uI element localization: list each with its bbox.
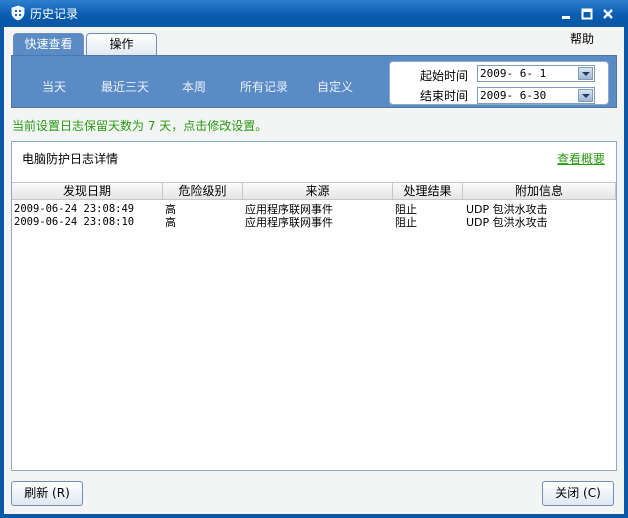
- minimize-icon[interactable]: [559, 7, 573, 21]
- filter-last-three-days[interactable]: 最近三天: [101, 78, 149, 95]
- column-header-source[interactable]: 来源: [243, 183, 393, 200]
- log-panel: 电脑防护日志详情 查看概要 发现日期 危险级别 来源 处理结果 附加信息 200…: [11, 141, 617, 471]
- column-header-result[interactable]: 处理结果: [393, 183, 463, 200]
- cell-result: 阻止: [395, 203, 417, 216]
- maximize-icon[interactable]: [580, 7, 594, 21]
- close-icon[interactable]: [601, 7, 615, 21]
- cell-source: 应用程序联网事件: [245, 216, 333, 229]
- tab-operations[interactable]: 操作: [86, 33, 157, 55]
- table-row[interactable]: 2009-06-24 23:08:10 高 应用程序联网事件 阻止 UDP 包洪…: [12, 216, 616, 229]
- cell-source: 应用程序联网事件: [245, 203, 333, 216]
- column-header-date[interactable]: 发现日期: [12, 183, 163, 200]
- filter-today[interactable]: 当天: [42, 78, 66, 95]
- filter-custom[interactable]: 自定义: [317, 78, 353, 95]
- start-date-picker[interactable]: 2009- 6- 1: [477, 65, 595, 82]
- cell-level: 高: [165, 203, 176, 216]
- column-header-info[interactable]: 附加信息: [463, 183, 616, 200]
- help-menu[interactable]: 帮助: [570, 30, 594, 47]
- filter-this-week[interactable]: 本周: [182, 78, 206, 95]
- cell-level: 高: [165, 216, 176, 229]
- cell-date: 2009-06-24 23:08:49: [14, 203, 135, 215]
- history-window: 历史记录 帮助 快速查看 操作 当天 最近三天 本周 所有记录 自定义 起始时间…: [0, 0, 628, 518]
- cell-info: UDP 包洪水攻击: [466, 203, 548, 216]
- column-header-level[interactable]: 危险级别: [163, 183, 243, 200]
- retention-notice-link[interactable]: 当前设置日志保留天数为 7 天，点击修改设置。: [12, 117, 267, 134]
- start-date-value: 2009- 6- 1: [480, 67, 547, 80]
- end-date-value: 2009- 6-30: [480, 89, 547, 102]
- filter-panel: 当天 最近三天 本周 所有记录 自定义 起始时间 2009- 6- 1 结束时间…: [11, 55, 617, 108]
- log-title: 电脑防护日志详情: [22, 152, 119, 166]
- tab-quick-view[interactable]: 快速查看: [13, 33, 84, 56]
- filter-all-records[interactable]: 所有记录: [240, 78, 288, 95]
- date-range-box: 起始时间 2009- 6- 1 结束时间 2009- 6-30: [389, 61, 609, 105]
- refresh-button[interactable]: 刷新 (R): [11, 481, 83, 506]
- table-header: 发现日期 危险级别 来源 处理结果 附加信息: [12, 182, 616, 200]
- cell-info: UDP 包洪水攻击: [466, 216, 548, 229]
- cell-result: 阻止: [395, 216, 417, 229]
- table-row[interactable]: 2009-06-24 23:08:49 高 应用程序联网事件 阻止 UDP 包洪…: [12, 203, 616, 216]
- chevron-down-icon[interactable]: [578, 89, 593, 102]
- view-overview-link[interactable]: 查看概要: [557, 150, 605, 167]
- cell-date: 2009-06-24 23:08:10: [14, 216, 135, 228]
- close-button[interactable]: 关闭 (C): [542, 481, 614, 506]
- start-time-label: 起始时间: [420, 69, 469, 83]
- shield-icon: [11, 5, 25, 21]
- end-time-label: 结束时间: [420, 89, 469, 103]
- window-title: 历史记录: [30, 7, 79, 21]
- title-bar[interactable]: 历史记录: [0, 0, 628, 27]
- chevron-down-icon[interactable]: [578, 67, 593, 80]
- end-date-picker[interactable]: 2009- 6-30: [477, 87, 595, 104]
